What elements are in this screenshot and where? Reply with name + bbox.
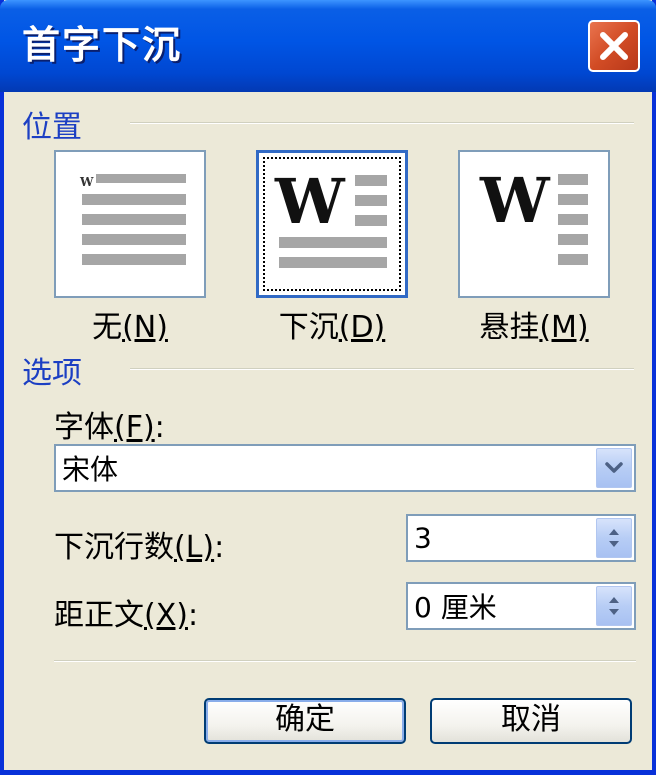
ok-button[interactable]: 确定 [204,698,406,744]
dialog-title: 首字下沉 [22,23,183,67]
spin-up-down-icon [609,597,619,615]
dropcap-none-text: 无 [92,310,123,345]
dropcap-margin-text: 悬挂 [479,310,540,345]
dropcap-dropped-label[interactable]: 下沉(D) [256,302,408,346]
title-bar[interactable]: 首字下沉 [0,0,656,92]
distance-from-text-value: 0 厘米 [414,591,497,624]
font-select-value: 宋体 [62,453,119,486]
font-label-text: 字体 [54,410,114,445]
font-select[interactable]: 宋体 [54,444,636,492]
distance-from-text-colon: : [187,598,199,633]
spin-up-down-icon [609,529,619,547]
drop-cap-dialog: 首字下沉 位置 W 无(N) W 下沉(D) W 悬挂(M) 选项 字体(F):… [0,0,656,775]
lines-to-drop-accel: (L) [174,530,215,565]
dropcap-margin-accel: (M) [539,310,589,345]
options-group-divider [130,368,634,370]
position-group-title: 位置 [22,110,82,145]
dropcap-margin-label[interactable]: 悬挂(M) [458,302,610,346]
options-group-title: 选项 [22,356,82,391]
dropcap-none-option[interactable]: W [54,150,206,298]
lines-to-drop-text: 下沉行数 [54,530,174,565]
font-label: 字体(F): [54,402,165,446]
lines-to-drop-label: 下沉行数(L): [54,522,224,566]
close-button[interactable] [588,20,640,72]
lines-to-drop-colon: : [214,530,225,565]
dropcap-none-label[interactable]: 无(N) [54,302,206,346]
distance-from-text-spinner[interactable]: 0 厘米 [406,582,636,630]
font-label-colon: : [154,410,165,445]
dropcap-margin-option[interactable]: W [458,150,610,298]
distance-from-text-accel: (X) [144,598,188,633]
bottom-divider [54,660,636,662]
lines-to-drop-spinner[interactable]: 3 [406,514,636,562]
dropcap-dropped-accel: (D) [338,310,386,345]
cancel-button[interactable]: 取消 [430,698,632,744]
close-icon [600,32,628,60]
dropcap-dropped-option[interactable]: W [256,150,408,298]
position-group-divider [130,122,634,124]
distance-spin-buttons[interactable] [596,586,632,626]
dropcap-none-accel: (N) [122,310,168,345]
lines-to-drop-spin-buttons[interactable] [596,518,632,558]
lines-to-drop-value: 3 [414,521,432,555]
chevron-down-icon [605,462,623,473]
dropcap-dropped-text: 下沉 [278,310,339,345]
font-label-accel: (F) [114,410,155,445]
font-dropdown-button[interactable] [596,448,632,488]
distance-from-text-text: 距正文 [54,598,144,633]
distance-from-text-label: 距正文(X): [54,590,198,634]
